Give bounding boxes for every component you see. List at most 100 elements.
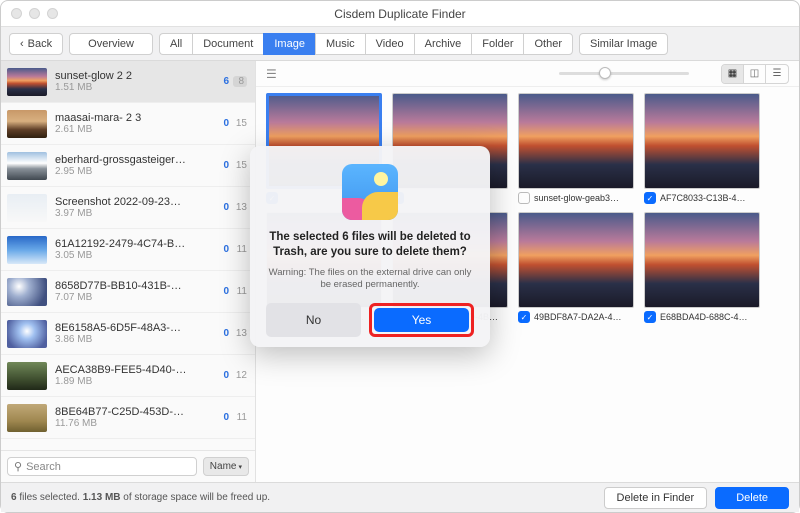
confirm-dialog: The selected 6 files will be deleted to … <box>250 146 490 348</box>
checkbox[interactable]: ✓ <box>644 192 656 204</box>
group-size: 1.51 MB <box>55 82 219 93</box>
group-name: eberhard-grossgasteiger… <box>55 154 219 166</box>
delete-in-finder-button[interactable]: Delete in Finder <box>604 487 708 509</box>
zoom-slider[interactable] <box>559 72 689 75</box>
group-name: Screenshot 2022-09-23… <box>55 196 219 208</box>
tab-image[interactable]: Image <box>263 33 315 55</box>
group-size: 2.61 MB <box>55 124 219 135</box>
group-size: 7.07 MB <box>55 292 219 303</box>
file-name: E68BDA4D-688C-4… <box>660 312 748 322</box>
yes-highlight: Yes <box>369 303 474 337</box>
thumbnail <box>7 404 47 432</box>
thumbnail <box>7 110 47 138</box>
image-thumbnail[interactable] <box>518 212 634 308</box>
search-placeholder: Search <box>26 461 61 473</box>
checkbox[interactable] <box>518 192 530 204</box>
filter-icon[interactable]: ☰ <box>266 67 277 81</box>
thumbnail <box>7 194 47 222</box>
view-mode-toggle: ▦ ◫ ☰ <box>721 64 789 84</box>
total-count: 15 <box>233 160 247 171</box>
group-name: 8E6158A5-6D5F-48A3-… <box>55 322 219 334</box>
footer: 6 files selected. 1.13 MB of storage spa… <box>1 482 799 512</box>
tab-music[interactable]: Music <box>315 33 365 55</box>
column-view-icon[interactable]: ◫ <box>744 65 766 83</box>
sidebar-item[interactable]: sunset-glow 2 2 1.51 MB 6 8 <box>1 61 255 103</box>
chevron-down-icon: ▾ <box>238 463 242 471</box>
thumbnail <box>7 320 47 348</box>
sort-dropdown[interactable]: Name ▾ <box>203 457 249 476</box>
duplicate-group-list[interactable]: sunset-glow 2 2 1.51 MB 6 8 maasai-mara-… <box>1 61 255 450</box>
sidebar-item[interactable]: 8658D77B-BB10-431B-… 7.07 MB 0 11 <box>1 271 255 313</box>
thumbnail <box>7 362 47 390</box>
grid-item[interactable]: ✓ 49BDF8A7-DA2A-4… <box>518 212 634 323</box>
image-thumbnail[interactable] <box>644 93 760 189</box>
no-button[interactable]: No <box>266 303 361 337</box>
grid-view-icon[interactable]: ▦ <box>722 65 744 83</box>
selected-count: 0 <box>219 118 229 129</box>
group-name: 8BE64B77-C25D-453D-… <box>55 406 219 418</box>
sidebar-item[interactable]: Screenshot 2022-09-23… 3.97 MB 0 13 <box>1 187 255 229</box>
selected-count: 0 <box>219 286 229 297</box>
selected-count: 0 <box>219 370 229 381</box>
similar-image-button[interactable]: Similar Image <box>579 33 668 55</box>
file-name: 49BDF8A7-DA2A-4… <box>534 312 622 322</box>
sidebar-item[interactable]: 8BE64B77-C25D-453D-… 11.76 MB 0 11 <box>1 397 255 439</box>
image-thumbnail[interactable] <box>644 212 760 308</box>
selected-count: 0 <box>219 244 229 255</box>
back-button[interactable]: ‹ Back <box>9 33 63 55</box>
total-count: 12 <box>233 370 247 381</box>
group-name: 61A12192-2479-4C74-B… <box>55 238 219 250</box>
selected-count: 6 <box>219 76 229 87</box>
grid-item[interactable]: ✓ AF7C8033-C13B-4… <box>644 93 760 204</box>
total-count: 11 <box>233 286 247 297</box>
delete-button[interactable]: Delete <box>715 487 789 509</box>
sidebar-item[interactable]: 61A12192-2479-4C74-B… 3.05 MB 0 11 <box>1 229 255 271</box>
yes-button[interactable]: Yes <box>374 308 469 332</box>
total-count: 11 <box>233 244 247 255</box>
list-view-icon[interactable]: ☰ <box>766 65 788 83</box>
group-size: 11.76 MB <box>55 418 219 429</box>
selected-count: 0 <box>219 412 229 423</box>
sidebar-item[interactable]: AECA38B9-FEE5-4D40-… 1.89 MB 0 12 <box>1 355 255 397</box>
sidebar-item[interactable]: 8E6158A5-6D5F-48A3-… 3.86 MB 0 13 <box>1 313 255 355</box>
group-size: 3.05 MB <box>55 250 219 261</box>
file-name: AF7C8033-C13B-4… <box>660 193 746 203</box>
total-count: 11 <box>233 412 247 423</box>
group-size: 1.89 MB <box>55 376 219 387</box>
modal-app-icon <box>342 164 398 220</box>
image-thumbnail[interactable] <box>518 93 634 189</box>
group-name: 8658D77B-BB10-431B-… <box>55 280 219 292</box>
tab-all[interactable]: All <box>159 33 192 55</box>
search-input[interactable]: ⚲ Search <box>7 457 197 476</box>
group-size: 2.95 MB <box>55 166 219 177</box>
group-name: AECA38B9-FEE5-4D40-… <box>55 364 219 376</box>
checkbox[interactable]: ✓ <box>644 311 656 323</box>
group-name: maasai-mara- 2 3 <box>55 112 219 124</box>
total-count: 13 <box>233 202 247 213</box>
sidebar-item[interactable]: eberhard-grossgasteiger… 2.95 MB 0 15 <box>1 145 255 187</box>
chevron-left-icon: ‹ <box>20 38 24 50</box>
checkbox[interactable]: ✓ <box>518 311 530 323</box>
tab-archive[interactable]: Archive <box>414 33 472 55</box>
grid-item[interactable]: ✓ E68BDA4D-688C-4… <box>644 212 760 323</box>
group-size: 3.86 MB <box>55 334 219 345</box>
dialog-warning: Warning: The files on the external drive… <box>266 267 474 292</box>
tab-document[interactable]: Document <box>192 33 263 55</box>
file-name: sunset-glow-geab3… <box>534 193 619 203</box>
thumbnail <box>7 68 47 96</box>
app-title: Cisdem Duplicate Finder <box>1 7 799 21</box>
total-count: 13 <box>233 328 247 339</box>
tab-folder[interactable]: Folder <box>471 33 523 55</box>
dialog-message: The selected 6 files will be deleted to … <box>266 230 474 261</box>
overview-button[interactable]: Overview <box>69 33 153 55</box>
selected-count: 0 <box>219 202 229 213</box>
total-count: 15 <box>233 118 247 129</box>
toolbar: ‹ Back Overview All Document Image Music… <box>1 27 799 61</box>
thumbnail <box>7 278 47 306</box>
sidebar-item[interactable]: maasai-mara- 2 3 2.61 MB 0 15 <box>1 103 255 145</box>
tab-video[interactable]: Video <box>365 33 414 55</box>
grid-item[interactable]: sunset-glow-geab3… <box>518 93 634 204</box>
thumbnail <box>7 152 47 180</box>
tab-other[interactable]: Other <box>523 33 573 55</box>
title-bar: Cisdem Duplicate Finder <box>1 1 799 27</box>
